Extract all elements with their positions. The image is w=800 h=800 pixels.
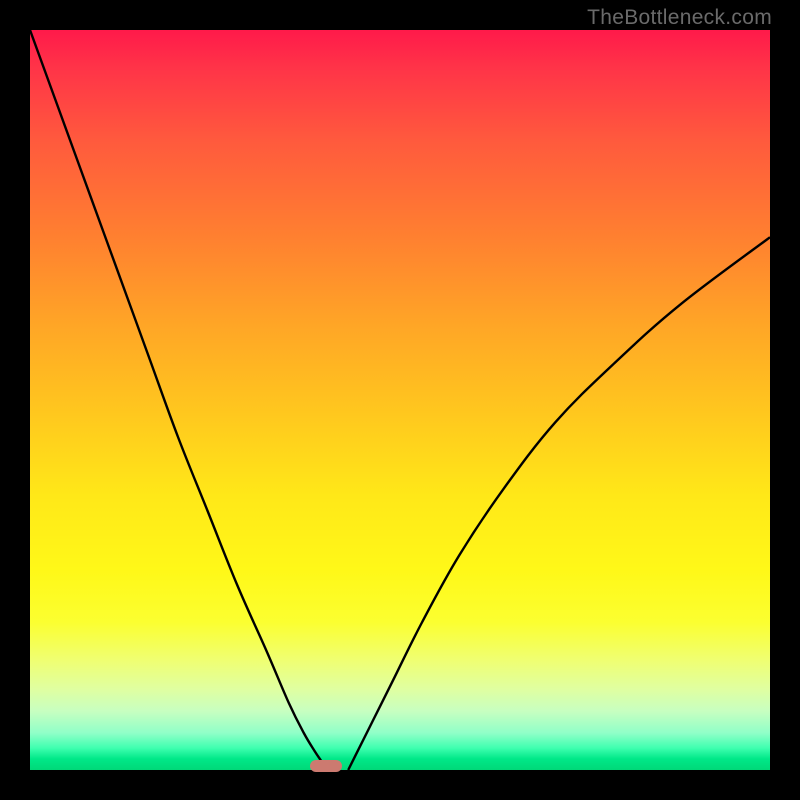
right-curve [348,237,770,770]
curves-svg [30,30,770,770]
bottleneck-marker [310,760,341,772]
left-curve [30,30,326,770]
watermark-text: TheBottleneck.com [587,6,772,30]
plot-area [30,30,770,770]
